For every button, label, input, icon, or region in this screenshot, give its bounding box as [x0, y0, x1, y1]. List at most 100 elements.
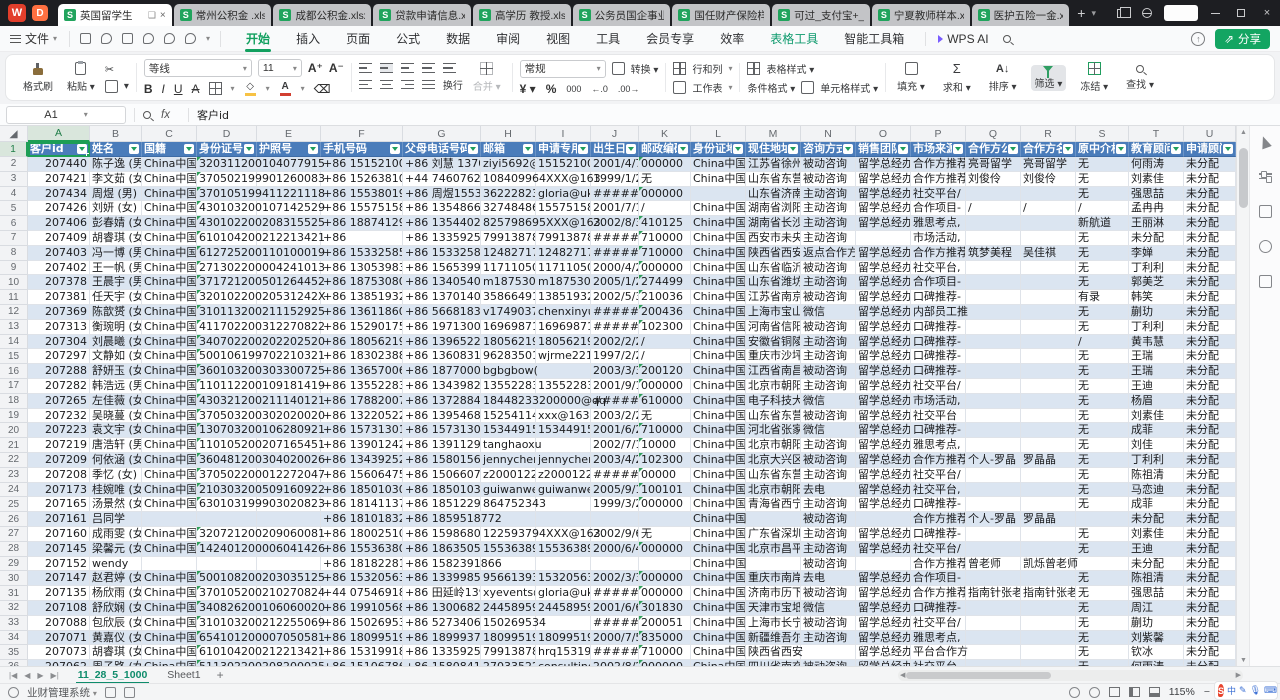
cell[interactable]: 留学总经办 — [856, 201, 911, 216]
cell[interactable]: 刘俊伶 — [1021, 172, 1076, 187]
cell[interactable]: 2005/1/26 — [591, 275, 639, 290]
cell[interactable]: 内部员工推 — [911, 305, 966, 320]
cell[interactable]: ####### — [591, 320, 639, 335]
horizontal-scrollbar[interactable]: ◀ ▶ — [898, 670, 1243, 681]
cell[interactable]: 207219 — [28, 438, 90, 453]
wps-logo-icon[interactable]: W — [8, 4, 26, 22]
document-tab[interactable]: S宁夏教师样本.xlsx — [872, 4, 970, 26]
cell[interactable]: +86 1360831276 — [403, 349, 481, 364]
row-number-23[interactable]: 23 — [0, 468, 28, 483]
cell[interactable]: China中国 — [691, 631, 746, 646]
cell[interactable]: +86 15538019 — [321, 187, 403, 202]
cell[interactable]: 雅思考点, — [911, 438, 966, 453]
cell[interactable]: China中国 — [142, 349, 197, 364]
cell[interactable]: China中国 — [142, 616, 197, 631]
cell[interactable]: 被动咨询 — [801, 586, 856, 601]
cell[interactable]: 未分配 — [1184, 586, 1236, 601]
zoom-level[interactable]: 115% — [1169, 686, 1195, 698]
cell[interactable]: 200436 — [639, 305, 691, 320]
cell[interactable]: 汤景然 (女 — [90, 497, 142, 512]
cut-button[interactable]: ✂ — [105, 63, 129, 76]
cell[interactable]: 360481200304020026 — [197, 453, 257, 468]
cell[interactable]: 主动咨询 — [801, 275, 856, 290]
font-name-select[interactable]: 等线▾ — [144, 59, 252, 77]
justify-icon[interactable] — [422, 80, 435, 90]
cell[interactable]: China中国 — [142, 201, 197, 216]
upload-icon[interactable]: ↑ — [1191, 32, 1205, 46]
cell[interactable]: guiwanwei — [536, 483, 591, 498]
cell[interactable]: 无 — [1076, 586, 1129, 601]
cell[interactable]: 合作项目- — [911, 201, 966, 216]
cell[interactable]: +86 15319918 — [321, 645, 403, 660]
save-icon[interactable] — [80, 33, 91, 44]
row-number-7[interactable]: 7 — [0, 231, 28, 246]
cell[interactable] — [966, 349, 1021, 364]
cell[interactable]: 无 — [1076, 320, 1129, 335]
filter-dropdown-icon[interactable] — [1063, 144, 1073, 154]
globe-icon[interactable] — [1134, 0, 1160, 26]
cell[interactable]: 956613934 — [481, 571, 536, 586]
cell[interactable]: 留学总经办 — [856, 364, 911, 379]
cell[interactable]: 612725200110100019 — [197, 246, 257, 261]
thousands-button[interactable]: 000 — [566, 84, 581, 94]
cell[interactable]: 广东省深圳 — [746, 527, 801, 542]
decrease-indent-icon[interactable] — [422, 63, 435, 73]
cell[interactable]: 合作方推荐 — [911, 246, 966, 261]
column-header-Q[interactable]: Q — [966, 126, 1021, 142]
cell[interactable]: 340826200106060020 — [197, 601, 257, 616]
accessibility-icon[interactable] — [1089, 687, 1100, 698]
filter-dropdown-icon[interactable] — [843, 144, 853, 154]
bold-button[interactable]: B — [144, 82, 153, 96]
cell[interactable]: 留学总经办 — [856, 616, 911, 631]
cell[interactable]: 丁利利 — [1129, 453, 1184, 468]
cell[interactable]: +86 1533258500 — [403, 246, 481, 261]
cell[interactable]: China中国 — [142, 172, 197, 187]
cell[interactable]: 2003/4/2 — [591, 453, 639, 468]
cell[interactable]: 430102200208315525 — [197, 216, 257, 231]
cell[interactable]: China中国 — [142, 423, 197, 438]
cell[interactable]: 社交平台, — [911, 483, 966, 498]
filter-dropdown-icon[interactable] — [678, 144, 688, 154]
cell[interactable] — [1021, 438, 1076, 453]
cell[interactable]: 曾老师 — [966, 557, 1021, 572]
cell[interactable]: 无 — [639, 409, 691, 424]
convert-button[interactable]: 转换 ▾ — [631, 61, 659, 76]
format-painter-button[interactable]: 格式刷 — [19, 62, 57, 94]
undo-icon[interactable] — [164, 33, 175, 44]
cell[interactable]: China中国 — [691, 586, 746, 601]
cell[interactable]: 杨欣雨 (女 — [90, 586, 142, 601]
cell[interactable]: 未分配 — [1129, 231, 1184, 246]
header-cell-A[interactable]: 客户id — [28, 142, 90, 157]
cell[interactable]: 山东省东营 — [746, 172, 801, 187]
preview-icon[interactable] — [143, 33, 154, 44]
cell[interactable]: 358664913 — [481, 290, 536, 305]
clear-format-button[interactable]: ⌫ — [314, 82, 331, 96]
cell[interactable]: 244589596 — [481, 601, 536, 616]
cell[interactable]: 留学总经办 — [856, 379, 911, 394]
cell[interactable]: 被动咨询 — [801, 453, 856, 468]
cell[interactable]: 去电 — [801, 483, 856, 498]
cell[interactable]: +86 18874129 — [321, 216, 403, 231]
cell[interactable]: 合作方推荐 — [911, 453, 966, 468]
cell[interactable]: 2003/2/2 — [591, 409, 639, 424]
cell[interactable]: 207402 — [28, 261, 90, 276]
row-number-8[interactable]: 8 — [0, 246, 28, 261]
header-cell-L[interactable]: 身份证地 — [691, 142, 746, 157]
cell[interactable]: 北京市朝阳 — [746, 379, 801, 394]
cell[interactable]: guiwanwei — [481, 483, 536, 498]
cell[interactable]: 被动咨询 — [801, 261, 856, 276]
cell[interactable]: 王一帆 (男 — [90, 261, 142, 276]
cell[interactable]: 天津市宝坻 — [746, 601, 801, 616]
cell[interactable]: +86 1391129694 — [403, 438, 481, 453]
cell[interactable]: +86 15606475 — [321, 468, 403, 483]
cell[interactable]: 835000 — [639, 631, 691, 646]
cell[interactable]: 合作方推荐 — [911, 512, 966, 527]
cell[interactable]: 2001/6/6 — [591, 601, 639, 616]
cell[interactable]: 无 — [1076, 601, 1129, 616]
cell[interactable]: 138519326 — [536, 290, 591, 305]
cell[interactable]: gloria@uk( — [536, 586, 591, 601]
cell[interactable]: 654101200007050581 — [197, 631, 257, 646]
cell[interactable]: China中国 — [691, 527, 746, 542]
column-header-U[interactable]: U — [1184, 126, 1236, 142]
cell[interactable]: 500108200203035125 — [197, 571, 257, 586]
